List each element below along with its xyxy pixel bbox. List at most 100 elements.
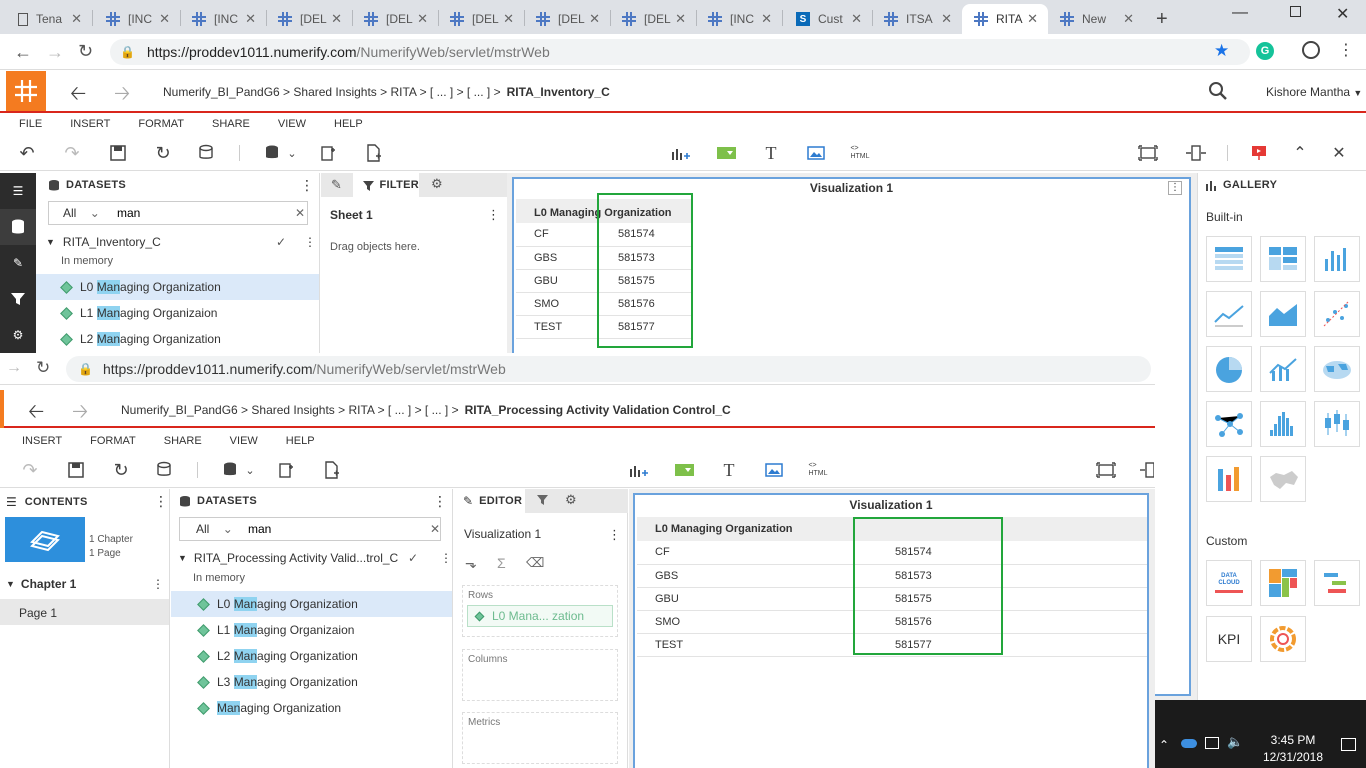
menu-format[interactable]: FORMAT (138, 118, 184, 130)
chapter-menu-icon[interactable]: ⋮ (152, 577, 164, 591)
eraser-icon[interactable]: ⌫ (526, 555, 544, 571)
fit-page-icon[interactable] (1096, 460, 1116, 480)
new-page-icon[interactable] (322, 460, 342, 480)
close-tab-icon[interactable]: ✕ (71, 11, 82, 27)
gallery-network-icon[interactable] (1206, 401, 1252, 447)
bookmark-star-icon[interactable]: ★ (1214, 41, 1229, 61)
browser-tab[interactable]: [DEL ✕ (438, 4, 524, 34)
page-1-item[interactable]: Page 1 (0, 599, 169, 625)
resize-icon[interactable] (1140, 460, 1154, 480)
browser-tab[interactable]: Tena ✕ (6, 4, 92, 34)
insert-visualization-icon[interactable] (628, 460, 648, 480)
dataset-attribute-item[interactable]: L2 Man aging Organization (36, 326, 319, 352)
rows-chip[interactable]: L0 Mana... zation (467, 605, 613, 627)
add-data-icon[interactable] (262, 143, 282, 163)
close-window-button[interactable]: ✕ (1336, 4, 1349, 24)
contents-rail-icon[interactable]: ☰ (0, 173, 36, 209)
dataset-attribute-item[interactable]: L2 Man aging Organization (171, 643, 452, 669)
insert-image-icon[interactable] (764, 460, 784, 480)
visualization-menu-icon[interactable]: ⋮ (1168, 181, 1182, 195)
close-tab-icon[interactable]: ✕ (331, 11, 342, 27)
dataset-attribute-item[interactable]: L1 Man aging Organizaion (36, 300, 319, 326)
contents-menu-icon[interactable]: ⋮ (154, 493, 168, 510)
data-source-icon[interactable] (154, 460, 174, 480)
menu-format[interactable]: FORMAT (90, 435, 136, 447)
editor-tab-pencil-icon[interactable]: ✎ (331, 177, 342, 193)
close-tab-icon[interactable]: ✕ (1027, 11, 1038, 27)
tab-editor[interactable]: ✎ EDITOR (453, 489, 525, 513)
close-tab-icon[interactable]: ✕ (417, 11, 428, 27)
browser-tab[interactable]: S Cust ✕ (784, 4, 872, 34)
datasets-menu-icon[interactable]: ⋮ (433, 493, 447, 510)
browser-tab[interactable]: [INC ✕ (180, 4, 266, 34)
swap-axes-icon[interactable]: ⬎ (465, 555, 477, 572)
clock[interactable]: 3:45 PM 12/31/2018 (1255, 732, 1331, 766)
tab-filter-icon[interactable] (537, 494, 548, 508)
editor-rail-icon[interactable]: ✎ (0, 245, 36, 281)
sum-icon[interactable]: Σ (497, 555, 506, 571)
close-tab-icon[interactable]: ✕ (1123, 11, 1134, 27)
app2-breadcrumb[interactable]: Numerify_BI_PandG6 > Shared Insights > R… (121, 403, 731, 417)
chapter-1-item[interactable]: ▼ Chapter 1 ⋮ (6, 577, 166, 591)
forward-icon[interactable]: → (46, 42, 64, 63)
dataset-search-input[interactable] (247, 522, 424, 536)
object-type-dropdown[interactable]: All ⌄ (63, 206, 107, 220)
dataset-header-row[interactable]: ▼ RITA_Processing Activity Valid...trol_… (178, 545, 452, 571)
menu-insert[interactable]: INSERT (22, 435, 62, 447)
gallery-kpi[interactable]: KPI (1206, 616, 1252, 662)
editor-menu-icon[interactable]: ⋮ (608, 527, 621, 543)
clear-search-icon[interactable]: ✕ (430, 522, 440, 536)
menu-share[interactable]: SHARE (164, 435, 202, 447)
close-tab-icon[interactable]: ✕ (851, 11, 862, 27)
menu-kebab-icon[interactable]: ⋮ (1338, 40, 1354, 60)
insert-filter-icon[interactable] (716, 143, 736, 163)
profile-icon[interactable] (1302, 41, 1320, 59)
reload-icon[interactable]: ↻ (78, 41, 93, 62)
back-icon[interactable]: ← (14, 42, 32, 63)
gallery-histogram-icon[interactable] (1260, 401, 1306, 447)
fit-page-icon[interactable] (1138, 143, 1158, 163)
numerify-logo[interactable] (6, 71, 46, 111)
tab-settings-gear-icon[interactable]: ⚙ (565, 492, 577, 508)
gallery-pie-icon[interactable] (1206, 346, 1252, 392)
dataset-search-input[interactable] (117, 206, 287, 220)
gallery-area-icon[interactable] (1260, 291, 1306, 337)
browser-tab[interactable]: [INC ✕ (94, 4, 180, 34)
minimize-button[interactable]: — (1232, 4, 1248, 22)
user-menu[interactable]: Kishore Mantha ▼ (1266, 85, 1362, 99)
gallery-vertical-bar-icon[interactable] (1314, 236, 1360, 282)
dossier-thumbnail[interactable] (5, 517, 85, 562)
object-type-dropdown[interactable]: All ⌄ (196, 522, 240, 536)
sheet-menu-icon[interactable]: ⋮ (487, 207, 500, 223)
menu-view[interactable]: VIEW (230, 435, 258, 447)
insert-visualization-icon[interactable] (670, 143, 690, 163)
onedrive-icon[interactable] (1181, 739, 1197, 748)
gallery-line-icon[interactable] (1206, 291, 1252, 337)
browser-tab[interactable]: RITA ✕ (962, 4, 1048, 34)
dataset-menu-icon[interactable]: ⋮ (304, 235, 316, 249)
menu-help[interactable]: HELP (334, 118, 363, 130)
save-icon[interactable] (66, 460, 86, 480)
gallery-grid-icon[interactable] (1206, 236, 1252, 282)
dataset-attribute-item[interactable]: Man aging Organization (171, 695, 452, 721)
presentation-icon[interactable] (1249, 143, 1269, 163)
gallery-gauge[interactable] (1260, 616, 1306, 662)
reload-icon[interactable]: ↻ (36, 358, 50, 378)
menu-help[interactable]: HELP (286, 435, 315, 447)
collapse-icon[interactable]: ⌃ (1290, 143, 1310, 163)
new-tab-button[interactable]: + (1156, 8, 1168, 31)
search-icon[interactable] (1208, 81, 1228, 104)
dataset-menu-icon[interactable]: ⋮ (440, 551, 452, 565)
columns-dropzone[interactable]: Columns (462, 649, 618, 701)
close-tab-icon[interactable]: ✕ (503, 11, 514, 27)
gallery-combo-icon[interactable] (1260, 346, 1306, 392)
menu-file[interactable]: FILE (19, 118, 42, 130)
gallery-compound-grid-icon[interactable] (1260, 236, 1306, 282)
gallery-data-cloud[interactable]: DATA CLOUD (1206, 560, 1252, 606)
browser-tab[interactable]: [DEL ✕ (266, 4, 352, 34)
close-editor-icon[interactable]: ✕ (1329, 143, 1349, 163)
duplicate-page-icon[interactable] (277, 460, 297, 480)
menu-share[interactable]: SHARE (212, 118, 250, 130)
browser-tab[interactable]: New ✕ (1048, 4, 1144, 34)
refresh-icon[interactable]: ↻ (111, 460, 131, 480)
